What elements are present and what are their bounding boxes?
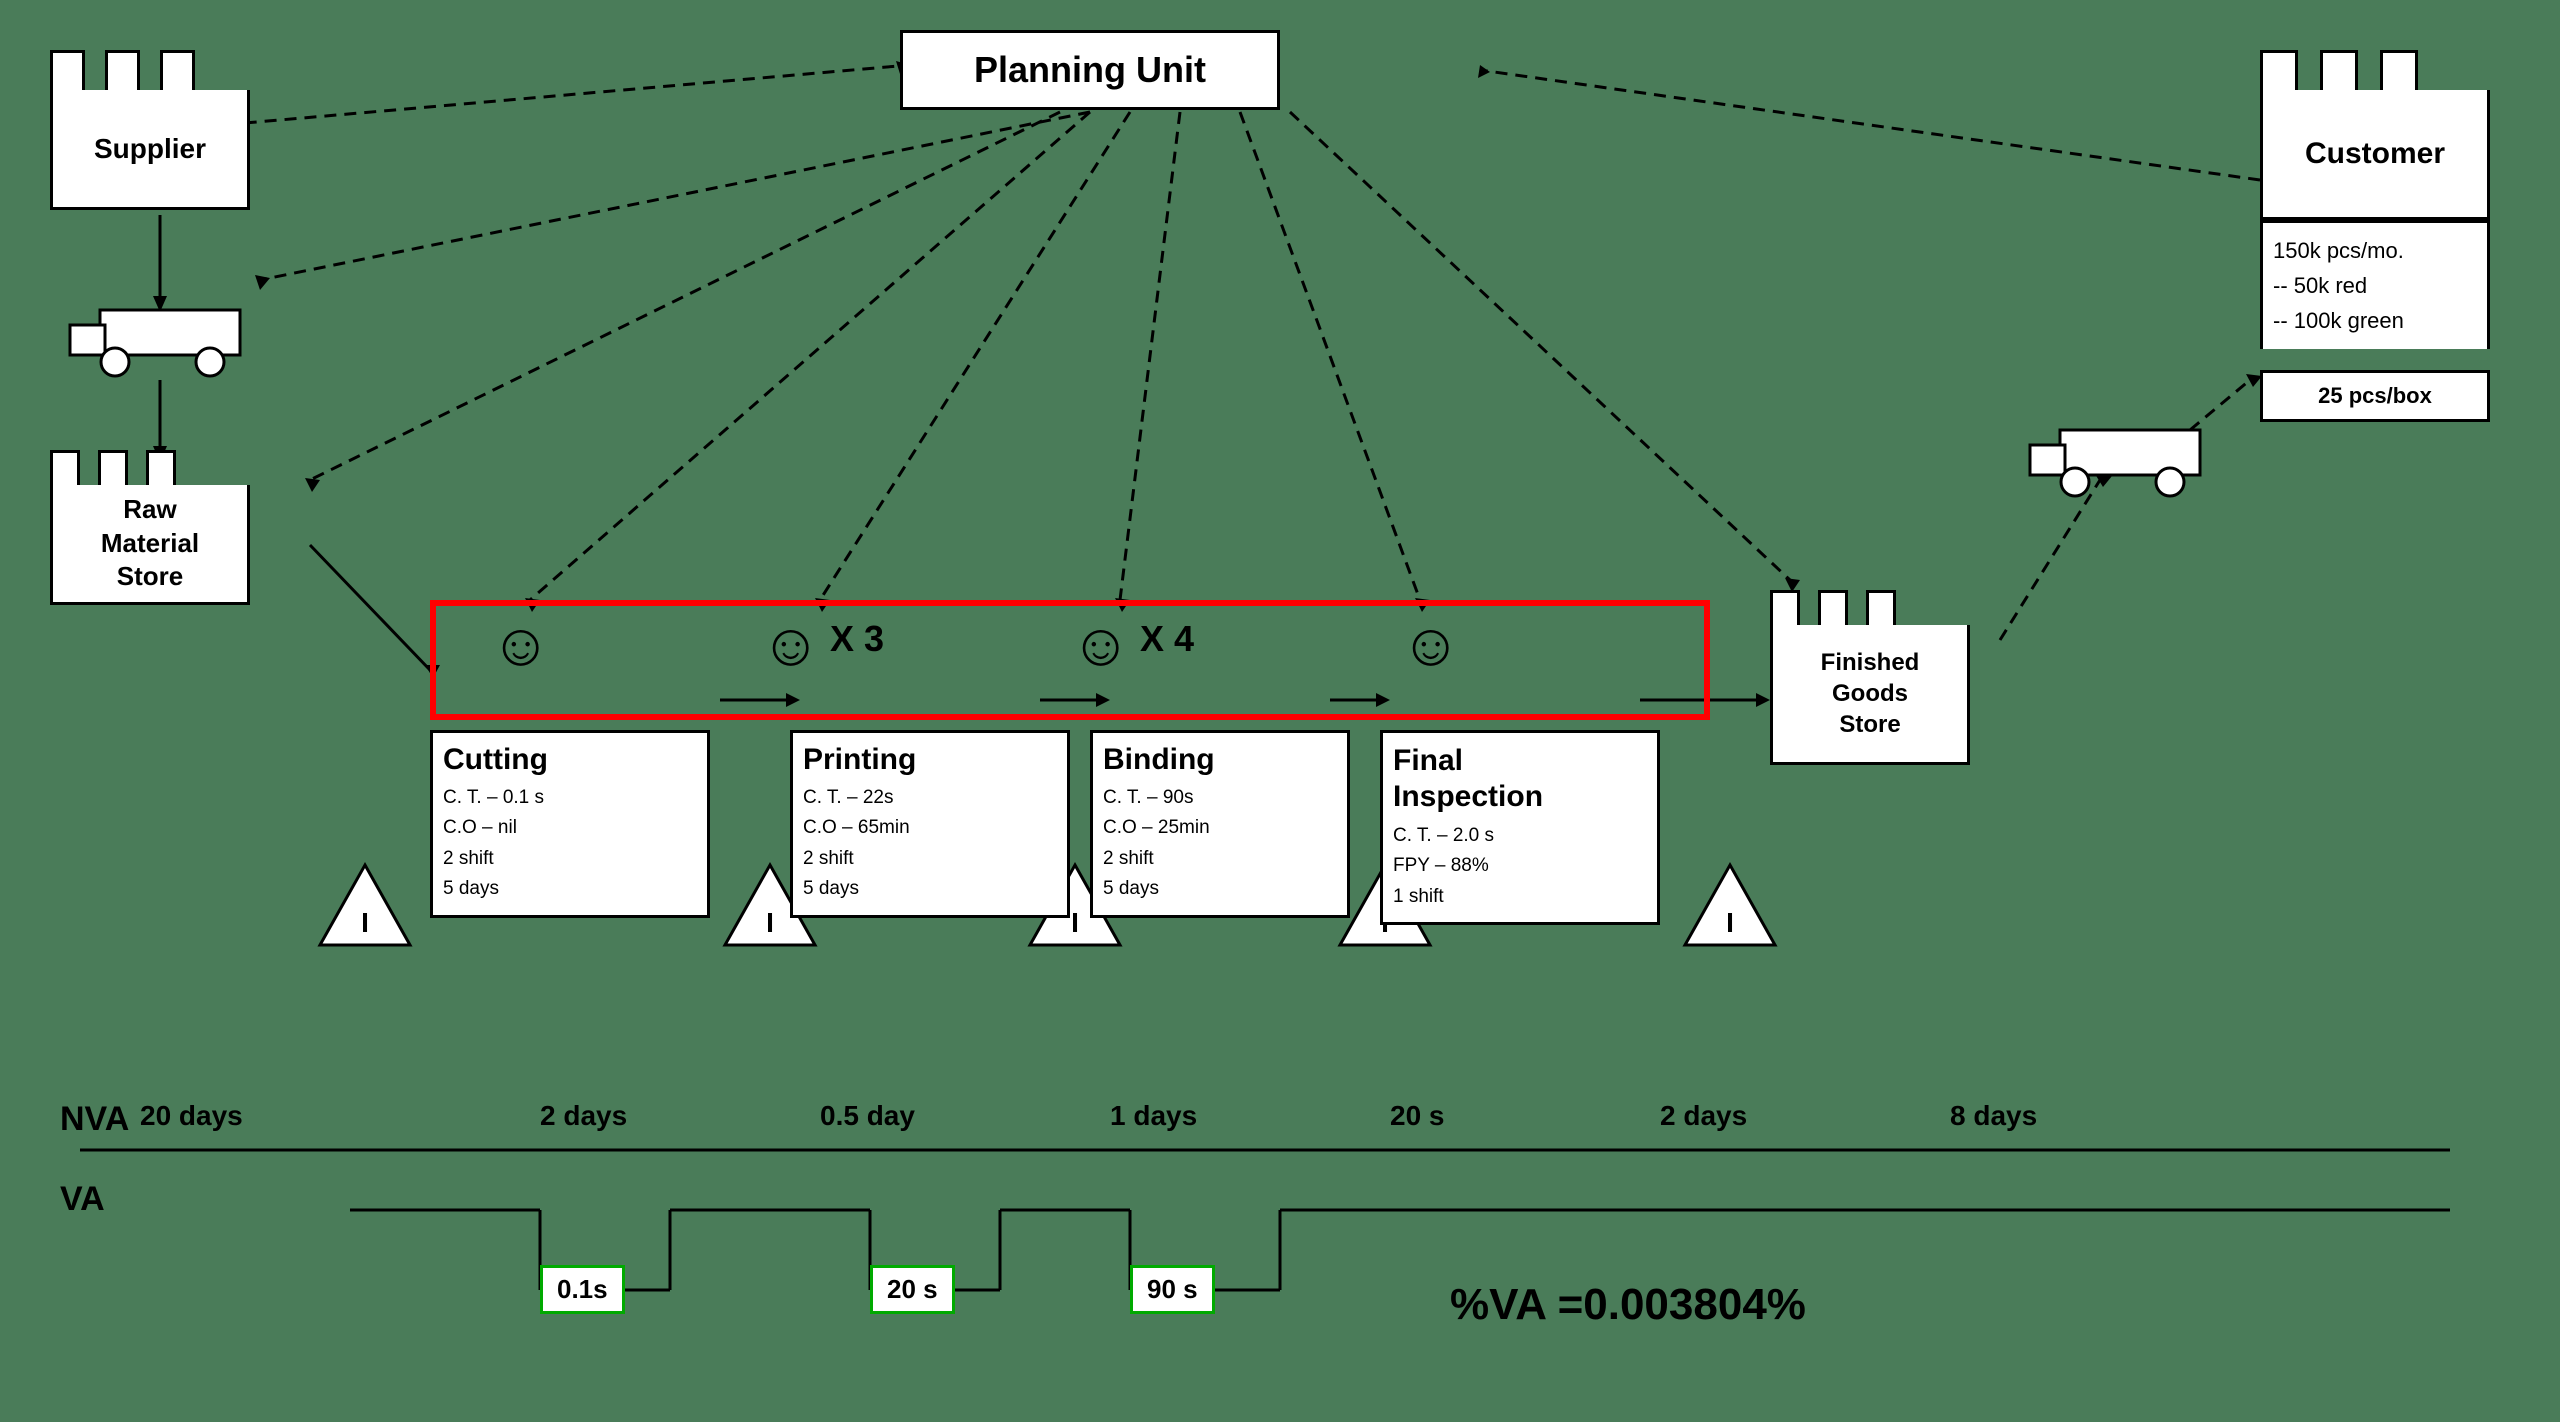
- printing-box: Printing C. T. – 22sC.O – 65min2 shift5 …: [790, 730, 1070, 918]
- binding-title: Binding: [1103, 743, 1337, 777]
- final-inspection-details: C. T. – 2.0 sFPY – 88%1 shift: [1393, 821, 1647, 912]
- customer-info-box: 150k pcs/mo. -- 50k red -- 100k green: [2260, 220, 2490, 349]
- printing-title: Printing: [803, 743, 1057, 777]
- printing-details: C. T. – 22sC.O – 65min2 shift5 days: [803, 783, 1057, 905]
- customer-pcs-box: 25 pcs/box: [2260, 370, 2490, 422]
- finished-goods-label: FinishedGoodsStore: [1821, 647, 1920, 741]
- nva-8days: 8 days: [1950, 1100, 2037, 1132]
- nva-1days: 1 days: [1110, 1100, 1197, 1132]
- nva-05day: 0.5 day: [820, 1100, 915, 1132]
- customer-info-line1: 150k pcs/mo.: [2273, 233, 2477, 268]
- svg-text:I: I: [1726, 907, 1734, 938]
- nva-20days: 20 days: [140, 1100, 243, 1132]
- svg-text:I: I: [361, 907, 369, 938]
- svg-text:I: I: [1071, 907, 1079, 938]
- binding-box: Binding C. T. – 90sC.O – 25min2 shift5 d…: [1090, 730, 1350, 918]
- final-inspection-box: FinalInspection C. T. – 2.0 sFPY – 88%1 …: [1380, 730, 1660, 925]
- planning-unit-label: Planning Unit: [974, 49, 1206, 91]
- binding-details: C. T. – 90sC.O – 25min2 shift5 days: [1103, 783, 1337, 905]
- inventory-after-final: I: [1680, 860, 1780, 955]
- raw-material-store-factory: RawMaterialStore: [50, 450, 250, 605]
- va-time-cutting: 0.1s: [540, 1265, 625, 1314]
- nva-label: NVA: [60, 1100, 129, 1139]
- percent-va: %VA =0.003804%: [1450, 1280, 1806, 1330]
- cutting-details: C. T. – 0.1 sC.O – nil2 shift5 days: [443, 783, 697, 905]
- va-time-printing: 20 s: [870, 1265, 955, 1314]
- smiley-cutting: ☺: [490, 610, 551, 679]
- inventory-before-cutting: I: [315, 860, 415, 955]
- customer-label: Customer: [2305, 137, 2445, 171]
- finished-goods-store: FinishedGoodsStore: [1770, 590, 1970, 765]
- final-inspection-title: FinalInspection: [1393, 743, 1647, 815]
- nva-2days-2: 2 days: [1660, 1100, 1747, 1132]
- smiley-binding-x4: X 4: [1140, 618, 1194, 660]
- customer-truck: [2020, 420, 2220, 500]
- smiley-final: ☺: [1400, 610, 1461, 679]
- va-label: VA: [60, 1180, 105, 1219]
- cutting-box: Cutting C. T. – 0.1 sC.O – nil2 shift5 d…: [430, 730, 710, 918]
- nva-20s: 20 s: [1390, 1100, 1445, 1132]
- smiley-printing: ☺: [760, 610, 821, 679]
- smiley-binding: ☺: [1070, 610, 1131, 679]
- diagram: Planning Unit Supplier: [0, 0, 2560, 1422]
- supplier-truck: [60, 300, 260, 370]
- svg-text:I: I: [766, 907, 774, 938]
- cutting-title: Cutting: [443, 743, 697, 777]
- planning-unit-box: Planning Unit: [900, 30, 1280, 110]
- smiley-printing-x3: X 3: [830, 618, 884, 660]
- supplier-factory: Supplier: [50, 50, 250, 210]
- supplier-label: Supplier: [94, 133, 206, 165]
- va-time-binding: 90 s: [1130, 1265, 1215, 1314]
- nva-2days-1: 2 days: [540, 1100, 627, 1132]
- customer-info-line2: -- 50k red: [2273, 268, 2477, 303]
- raw-material-label: RawMaterialStore: [101, 493, 199, 594]
- customer-info-line3: -- 100k green: [2273, 303, 2477, 338]
- customer-factory: Customer: [2260, 50, 2490, 220]
